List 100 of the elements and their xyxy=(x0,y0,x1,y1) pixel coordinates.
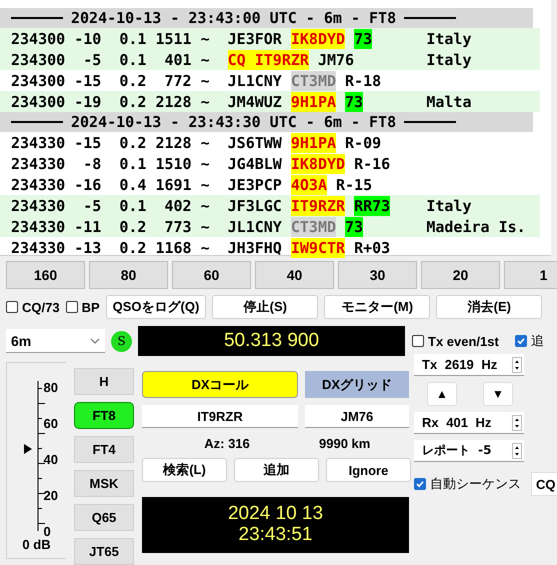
message-token: CT3MD xyxy=(290,70,336,90)
dx-grid-field[interactable]: JM76 xyxy=(305,405,409,428)
message-token: 4O3A xyxy=(290,174,327,194)
checkbox[interactable] xyxy=(414,478,426,490)
mode-button[interactable]: JT65 xyxy=(74,538,134,565)
message-token: JL1CNY xyxy=(228,216,282,236)
decode-mode: ~ xyxy=(200,50,210,68)
mode-button[interactable]: FT8 xyxy=(74,402,134,429)
decode-mode: ~ xyxy=(200,238,210,256)
decode-row[interactable]: 234330 -13 0.2 1168 ~ JH3FHQ IW9CTR R+03 xyxy=(0,237,540,258)
spin-arrows-icon[interactable] xyxy=(512,442,522,458)
band-dropdown[interactable]: 6m xyxy=(6,329,105,353)
decode-row[interactable]: 234300 -5 0.1 401 ~ CQ IT9RZR JM76 Italy xyxy=(0,49,540,70)
checkbox[interactable] xyxy=(514,335,527,347)
message-token: R-18 xyxy=(345,70,382,90)
action-button[interactable]: 消去(E) xyxy=(436,295,542,319)
mode-button[interactable]: MSK xyxy=(74,470,134,497)
clock-time: 23:43:51 xyxy=(238,525,312,546)
mode-button[interactable]: Q65 xyxy=(74,504,134,531)
decode-mode: ~ xyxy=(200,218,210,236)
decode-time: 234330 xyxy=(11,218,66,236)
checkbox[interactable] xyxy=(6,301,18,313)
dx-call-field[interactable]: IT9RZR xyxy=(142,405,298,428)
decode-time: 234330 xyxy=(11,176,66,194)
message-token: 73 xyxy=(345,92,364,112)
decode-time: 234300 xyxy=(11,72,66,90)
decode-frequency: 1510 xyxy=(154,154,192,172)
decode-mode: ~ xyxy=(200,176,210,194)
decode-frequency: 1691 xyxy=(154,176,192,194)
band-button[interactable]: 160 xyxy=(6,261,85,289)
decode-snr: -15 xyxy=(73,134,102,152)
decode-row[interactable]: 234330 -11 0.2 773 ~ JL1CNY CT3MD 73 Madeira Is. xyxy=(0,216,540,237)
decode-dt: 0.1 xyxy=(118,196,146,214)
dx-grid-button[interactable]: DXグリッド xyxy=(305,371,409,398)
decode-country: Italy xyxy=(426,196,472,214)
decode-row[interactable]: 234300 -15 0.2 772 ~ JL1CNY CT3MD R-18 xyxy=(0,70,540,91)
decode-row[interactable]: 234330 -16 0.4 1691 ~ JE3PCP 4O3A R-15 xyxy=(0,174,540,195)
distance-text: 9990 km xyxy=(319,436,370,450)
message-token: IT9RZR xyxy=(290,196,346,216)
period-label: 2024-10-13 - 23:43:30 UTC - 6m - FT8 xyxy=(71,113,396,131)
decode-frequency: 2128 xyxy=(154,134,192,152)
tx-frequency-spinbox[interactable]: Tx 2619 Hz xyxy=(414,354,524,376)
decode-country: Italy xyxy=(426,30,472,48)
message-token: JG4BLW xyxy=(228,154,282,174)
band-button[interactable]: 30 xyxy=(338,261,417,289)
dx-action-button[interactable]: 検索(L) xyxy=(142,458,227,482)
arrow-button[interactable]: ▲ xyxy=(427,382,457,406)
message-token: IK8DYD xyxy=(290,28,346,48)
decode-time: 234330 xyxy=(11,154,66,172)
meter-tick-label: 20 xyxy=(44,489,58,502)
band-button[interactable]: 80 xyxy=(89,261,168,289)
checkbox[interactable] xyxy=(412,335,424,347)
action-button[interactable]: モニター(M) xyxy=(324,295,430,319)
decode-snr: -10 xyxy=(73,30,102,48)
cq-button[interactable]: CQ xyxy=(531,472,557,496)
checkbox-label: 自動シーケンス xyxy=(430,476,521,493)
spin-arrows-icon[interactable] xyxy=(512,356,522,372)
decode-snr: -11 xyxy=(73,218,102,236)
spin-arrows-icon[interactable] xyxy=(512,414,522,430)
decode-row[interactable]: 234330 -8 0.1 1510 ~ JG4BLW IK8DYD R-16 xyxy=(0,153,540,174)
mode-button[interactable]: H xyxy=(74,368,134,395)
meter-tick-label: 40 xyxy=(44,453,58,466)
meter-tick-label: 80 xyxy=(44,381,58,394)
message-token: R-09 xyxy=(345,132,382,152)
message-token: JM76 xyxy=(318,50,354,70)
report-spinbox[interactable]: レポート -5 xyxy=(414,440,524,462)
action-button[interactable]: QSOをログ(Q) xyxy=(106,295,206,319)
action-button[interactable]: 停止(S) xyxy=(212,295,318,319)
checkbox[interactable] xyxy=(66,301,78,313)
message-token: JS6TWW xyxy=(228,132,282,152)
arrow-button[interactable]: ▼ xyxy=(483,382,513,406)
checkbox-label: BP xyxy=(82,300,100,314)
band-button[interactable]: 40 xyxy=(255,261,334,289)
decode-time: 234300 xyxy=(11,30,66,48)
rx-frequency-spinbox[interactable]: Rx 401 Hz xyxy=(414,412,524,434)
band-button[interactable]: 60 xyxy=(172,261,251,289)
band-button[interactable]: 20 xyxy=(421,261,500,289)
decode-dt: 0.1 xyxy=(118,30,146,48)
decode-frequency: 773 xyxy=(163,218,192,236)
message-token: CQ IT9RZR xyxy=(228,50,309,70)
dx-action-button[interactable]: Ignore xyxy=(326,458,411,482)
band-button[interactable]: 1 xyxy=(504,261,557,289)
dx-action-button[interactable]: 追加 xyxy=(234,458,319,482)
chevron-down-icon xyxy=(90,338,100,344)
decode-dt: 0.2 xyxy=(118,238,146,256)
decode-row[interactable]: 234330 -15 0.2 2128 ~ JS6TWW 9H1PA R-09 xyxy=(0,132,540,153)
decode-dt: 0.2 xyxy=(118,218,146,236)
decode-row[interactable]: 234330 -5 0.1 402 ~ JF3LGC IT9RZR RR73 Italy xyxy=(0,195,540,216)
status-indicator: S xyxy=(111,330,132,352)
message-token: R-16 xyxy=(354,154,390,174)
checkbox-label: 追 xyxy=(530,333,544,350)
mode-button[interactable]: FT4 xyxy=(74,436,134,463)
decode-row[interactable]: 234300 -10 0.1 1511 ~ JE3FOR IK8DYD 73 Italy xyxy=(0,28,540,49)
dx-call-button[interactable]: DXコール xyxy=(142,371,298,398)
message-token: R+03 xyxy=(354,238,390,258)
decode-row[interactable]: 234300 -19 0.2 2128 ~ JM4WUZ 9H1PA 73 Malta xyxy=(0,91,540,112)
decode-time: 234300 xyxy=(11,50,66,68)
message-token: IK8DYD xyxy=(290,154,346,174)
message-token: CT3MD xyxy=(290,216,336,236)
decode-dt: 0.1 xyxy=(118,50,146,68)
